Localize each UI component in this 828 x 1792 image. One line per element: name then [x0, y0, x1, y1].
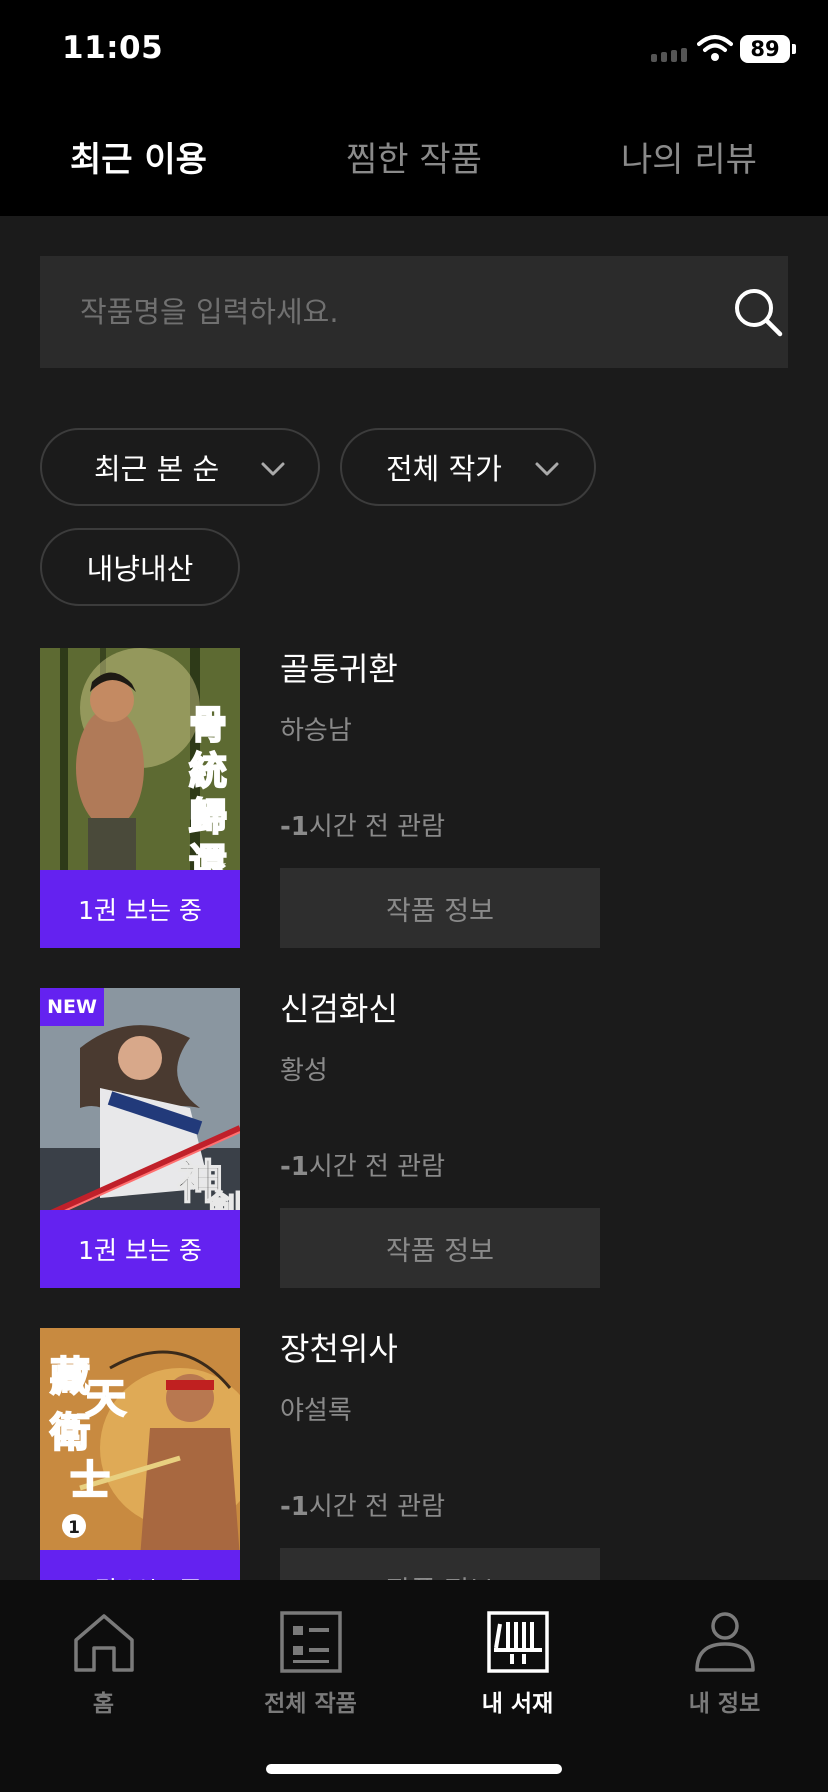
- book-info-button[interactable]: 작품 정보: [280, 1548, 600, 1580]
- signal-icon: [651, 48, 687, 62]
- author-dropdown-label: 전체 작가: [386, 452, 502, 486]
- list-icon: [279, 1611, 342, 1673]
- last-viewed-time-suffix: 시간 전 관람: [308, 1152, 446, 1182]
- svg-text:歸: 歸: [189, 794, 227, 839]
- own-filter-label: 내냥내산: [86, 552, 194, 586]
- svg-text:天: 天: [86, 1375, 126, 1422]
- tab-my-reviews[interactable]: 나의 리뷰: [621, 132, 757, 181]
- nav-all-works-label: 전체 작품: [264, 1691, 357, 1717]
- last-viewed-time-value: -1: [280, 812, 309, 842]
- bottom-nav: 홈 전체 작품 내 서재 내 정보: [0, 1580, 828, 1792]
- book-author: 황성: [280, 1056, 328, 1086]
- book-info-button[interactable]: 작품 정보: [280, 1208, 600, 1288]
- svg-text:士: 士: [70, 1457, 110, 1504]
- book-cover[interactable]: 神 劍 NEW 1권 보는 중: [40, 988, 240, 1288]
- book-title[interactable]: 장천위사: [280, 1324, 398, 1370]
- last-viewed-time: -1시간 전 관람: [280, 806, 445, 843]
- chevron-down-icon: [261, 462, 285, 476]
- book-author: 야설록: [280, 1396, 352, 1426]
- svg-text:骨: 骨: [189, 702, 227, 747]
- book-author: 하승남: [280, 716, 352, 746]
- sort-dropdown[interactable]: 최근 본 순: [40, 428, 320, 506]
- book-title[interactable]: 골통귀환: [280, 644, 398, 690]
- new-badge: NEW: [40, 988, 104, 1026]
- library-tabs: 최근 이용 찜한 작품 나의 리뷰: [0, 96, 828, 216]
- wifi-icon: [697, 35, 733, 61]
- battery-indicator: 89: [740, 35, 790, 63]
- last-viewed-time: -1시간 전 관람: [280, 1486, 445, 1523]
- person-icon: [694, 1612, 755, 1672]
- status-bar: 11:05 89: [0, 0, 828, 96]
- chevron-down-icon: [535, 462, 559, 476]
- battery-tip: [792, 44, 796, 54]
- nav-all-works[interactable]: 전체 작품: [207, 1610, 414, 1718]
- status-time: 11:05: [62, 30, 164, 66]
- reading-progress-badge: 1권 보는 중: [40, 1550, 240, 1580]
- last-viewed-time-value: -1: [280, 1492, 309, 1522]
- own-filter-chip[interactable]: 내냥내산: [40, 528, 240, 606]
- nav-home-label: 홈: [92, 1691, 115, 1717]
- search-icon[interactable]: [730, 284, 786, 340]
- book-cover[interactable]: 藏 天 衛 士 1 1권 보는 중: [40, 1328, 240, 1580]
- search-input[interactable]: [80, 290, 680, 334]
- list-item[interactable]: 骨 統 歸 還 1권 보는 중 골통귀환 하승남 -1시간 전 관람 작품 정보: [0, 640, 828, 948]
- last-viewed-time-value: -1: [280, 1152, 309, 1182]
- book-info-button[interactable]: 작품 정보: [280, 868, 600, 948]
- nav-my-info-label: 내 정보: [688, 1691, 761, 1717]
- book-list: 骨 統 歸 還 1권 보는 중 골통귀환 하승남 -1시간 전 관람 작품 정보: [0, 640, 828, 1580]
- author-dropdown[interactable]: 전체 작가: [340, 428, 596, 506]
- reading-progress-badge: 1권 보는 중: [40, 870, 240, 948]
- nav-home[interactable]: 홈: [0, 1610, 207, 1718]
- last-viewed-time-suffix: 시간 전 관람: [308, 812, 446, 842]
- book-title[interactable]: 신검화신: [280, 984, 398, 1030]
- list-item[interactable]: 藏 天 衛 士 1 1권 보는 중 장천위사 야설록 -1시간 전 관람 작품 …: [0, 1320, 828, 1580]
- svg-text:藏: 藏: [50, 1353, 90, 1400]
- book-cover[interactable]: 骨 統 歸 還 1권 보는 중: [40, 648, 240, 948]
- tab-recent[interactable]: 최근 이용: [70, 132, 207, 181]
- reading-progress-badge: 1권 보는 중: [40, 1210, 240, 1288]
- nav-my-library-label: 내 서재: [481, 1691, 554, 1717]
- svg-text:統: 統: [189, 748, 227, 793]
- bookshelf-icon: [486, 1611, 549, 1673]
- list-item[interactable]: 神 劍 NEW 1권 보는 중 신검화신 황성 -1시간 전 관람 작품 정보: [0, 980, 828, 1288]
- search-bar: [40, 256, 788, 368]
- last-viewed-time-suffix: 시간 전 관람: [308, 1492, 446, 1522]
- home-indicator: [266, 1764, 562, 1774]
- nav-my-library[interactable]: 내 서재: [414, 1610, 621, 1718]
- sort-dropdown-label: 최근 본 순: [94, 452, 220, 486]
- svg-text:1: 1: [68, 1518, 80, 1538]
- svg-text:衛: 衛: [49, 1409, 90, 1456]
- nav-my-info[interactable]: 내 정보: [621, 1610, 828, 1718]
- home-icon: [73, 1614, 134, 1672]
- last-viewed-time: -1시간 전 관람: [280, 1146, 445, 1183]
- tab-wishlist[interactable]: 찜한 작품: [346, 132, 482, 181]
